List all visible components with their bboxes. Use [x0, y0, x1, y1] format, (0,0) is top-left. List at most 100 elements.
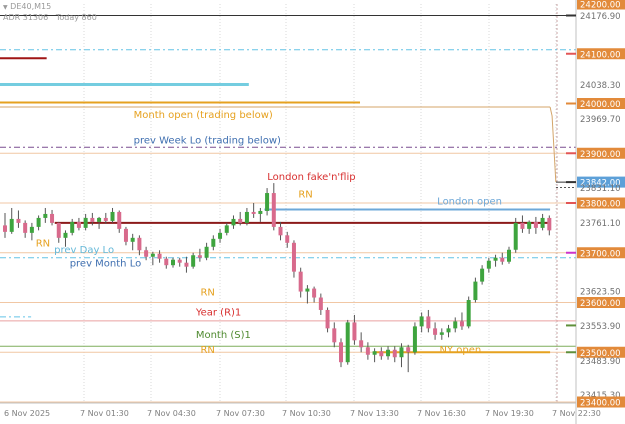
- candle-body[interactable]: [271, 193, 276, 227]
- candle-body[interactable]: [386, 349, 391, 357]
- candle-body[interactable]: [9, 218, 14, 232]
- candle-body[interactable]: [325, 309, 330, 329]
- candle-body[interactable]: [547, 217, 552, 231]
- candle-body[interactable]: [419, 316, 424, 327]
- price-label: 23600.00: [580, 299, 621, 309]
- symbol-title[interactable]: ▼ DE40,M15: [3, 2, 51, 11]
- candle-body[interactable]: [157, 253, 162, 259]
- candle-body[interactable]: [453, 321, 458, 329]
- candle-body[interactable]: [392, 349, 397, 358]
- candle-body[interactable]: [291, 242, 296, 272]
- candle-body[interactable]: [459, 321, 464, 327]
- candle-body[interactable]: [352, 322, 357, 341]
- time-label: 7 Nov 10:30: [282, 409, 331, 418]
- candle-body[interactable]: [184, 262, 189, 267]
- collapse-triangle-icon[interactable]: ▼: [3, 4, 8, 11]
- candle-body[interactable]: [345, 322, 350, 363]
- candle-body[interactable]: [211, 238, 216, 247]
- candle-body[interactable]: [540, 217, 545, 228]
- candle-body[interactable]: [439, 332, 444, 335]
- candle-body[interactable]: [110, 211, 115, 221]
- candle-body[interactable]: [527, 221, 532, 229]
- annotation-label: prev Week Lo (trading below): [134, 135, 281, 146]
- candle-body[interactable]: [36, 217, 41, 227]
- candle-body[interactable]: [218, 232, 223, 239]
- price-label: 23800.00: [580, 200, 621, 210]
- candle-body[interactable]: [83, 217, 88, 228]
- candle-body[interactable]: [251, 211, 256, 214]
- candle-body[interactable]: [171, 259, 175, 266]
- price-chart[interactable]: Month open (trading below) prev Week Lo (…: [0, 0, 625, 424]
- candle-body[interactable]: [43, 213, 48, 218]
- candle-body[interactable]: [318, 297, 323, 310]
- candle-body[interactable]: [137, 237, 142, 251]
- candle-body[interactable]: [372, 351, 377, 355]
- candle-body[interactable]: [426, 316, 431, 329]
- candle-body[interactable]: [265, 193, 270, 211]
- candle-body[interactable]: [332, 328, 337, 343]
- chart-window[interactable]: Month open (trading below) prev Week Lo (…: [0, 0, 625, 424]
- time-label: 7 Nov 19:30: [485, 409, 534, 418]
- candle-body[interactable]: [339, 342, 343, 363]
- candle-body[interactable]: [3, 225, 7, 232]
- candle-body[interactable]: [258, 210, 263, 214]
- candle-body[interactable]: [238, 218, 243, 223]
- candle-body[interactable]: [117, 211, 122, 229]
- candle-body[interactable]: [480, 268, 485, 282]
- candle-body[interactable]: [50, 213, 55, 223]
- candle-body[interactable]: [177, 259, 182, 263]
- candle-body[interactable]: [29, 226, 34, 233]
- candle-body[interactable]: [486, 260, 491, 269]
- candle-body[interactable]: [23, 222, 28, 233]
- candle-body[interactable]: [493, 257, 498, 261]
- candle-body[interactable]: [144, 250, 149, 257]
- candle-body[interactable]: [56, 222, 61, 238]
- candle-body[interactable]: [365, 347, 370, 355]
- candle-body[interactable]: [305, 288, 310, 292]
- candle-body[interactable]: [399, 347, 404, 358]
- candle-body[interactable]: [379, 351, 384, 357]
- candle-body[interactable]: [278, 226, 283, 236]
- candle-body[interactable]: [97, 217, 102, 222]
- time-label: 7 Nov 22:30: [552, 409, 601, 418]
- candle-body[interactable]: [412, 326, 417, 353]
- candle-body[interactable]: [406, 347, 411, 353]
- time-label: 7 Nov 13:30: [350, 409, 399, 418]
- candle-body[interactable]: [224, 225, 229, 233]
- candle-body[interactable]: [298, 271, 303, 292]
- candle-body[interactable]: [285, 235, 290, 243]
- candle-body[interactable]: [433, 328, 438, 335]
- candle-body[interactable]: [520, 222, 525, 229]
- candle-body[interactable]: [500, 257, 505, 262]
- candle-body[interactable]: [191, 255, 196, 267]
- adr-label: ADR 31306: [3, 13, 49, 22]
- candle-body[interactable]: [70, 221, 75, 233]
- candle-body[interactable]: [533, 221, 538, 228]
- candle-body[interactable]: [359, 340, 364, 348]
- candle-body[interactable]: [197, 255, 202, 258]
- price-label: 23969.70: [580, 115, 621, 125]
- candle-body[interactable]: [103, 217, 108, 221]
- candle-body[interactable]: [507, 249, 511, 262]
- candle-body[interactable]: [76, 221, 81, 228]
- candle-body[interactable]: [63, 232, 68, 238]
- candle-body[interactable]: [244, 211, 249, 223]
- candle-body[interactable]: [123, 228, 128, 242]
- time-label: 7 Nov 04:30: [147, 409, 196, 418]
- candle-body[interactable]: [473, 281, 478, 301]
- annotation-label: RN: [200, 288, 214, 299]
- candle-body[interactable]: [164, 258, 169, 266]
- candle-body[interactable]: [16, 218, 21, 223]
- annotation-label: RN: [36, 238, 50, 249]
- price-label: 23623.50: [580, 287, 621, 297]
- candle-body[interactable]: [204, 246, 209, 258]
- candle-body[interactable]: [150, 253, 155, 257]
- candle-body[interactable]: [312, 288, 317, 298]
- candle-body[interactable]: [130, 237, 135, 242]
- candle-body[interactable]: [513, 222, 518, 250]
- candle-body[interactable]: [466, 300, 471, 327]
- candle-body[interactable]: [446, 328, 451, 333]
- candle-body[interactable]: [231, 218, 236, 226]
- annotation-label: Month (S)1: [196, 330, 251, 341]
- candle-body[interactable]: [90, 217, 95, 222]
